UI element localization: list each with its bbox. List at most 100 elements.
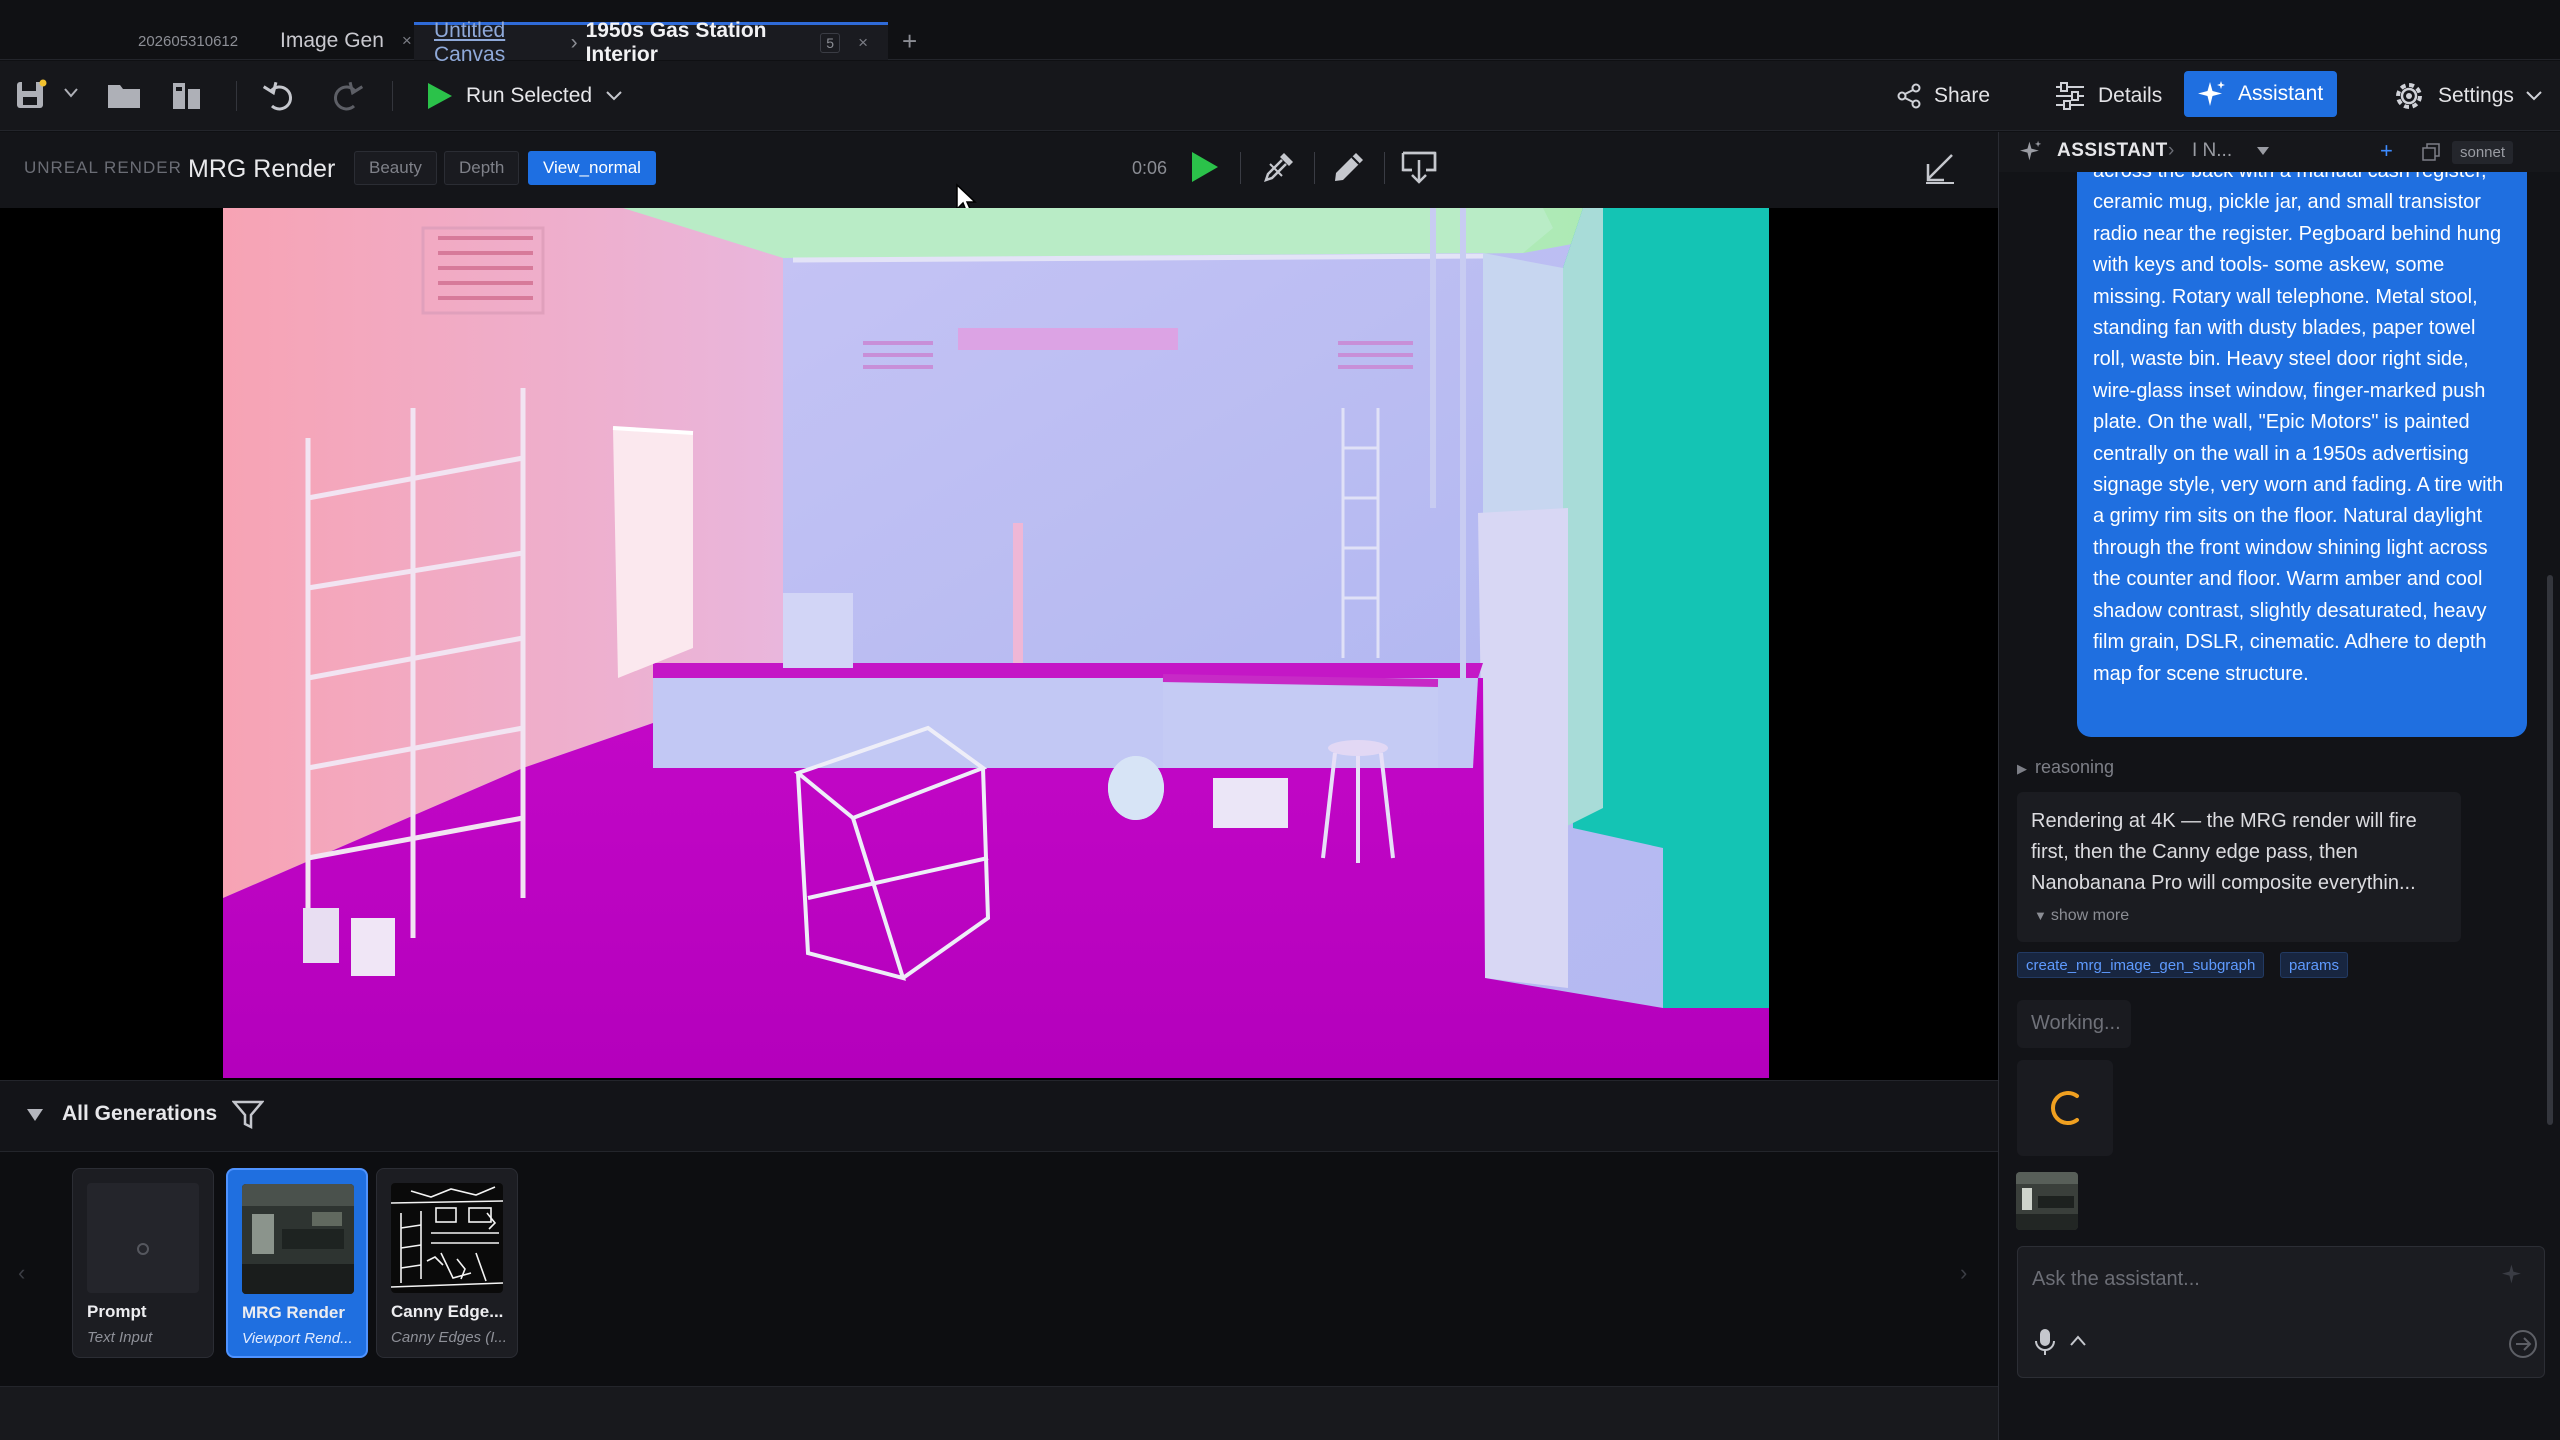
assistant-input-box: [2017, 1246, 2545, 1378]
pass-depth-button[interactable]: Depth: [444, 151, 520, 185]
copy-icon[interactable]: [2422, 143, 2440, 161]
generation-type: Viewport Rend...: [242, 1330, 353, 1347]
toolbar-divider: [236, 81, 237, 111]
generation-type: Canny Edges (I...: [391, 1329, 507, 1346]
details-label: Details: [2098, 84, 2163, 107]
close-icon[interactable]: ×: [858, 33, 868, 53]
details-button[interactable]: Details: [2040, 73, 2176, 119]
render-timer: 0:06: [1132, 158, 1168, 178]
pass-view-normal-button[interactable]: View_normal: [528, 151, 656, 185]
generation-name: Prompt: [87, 1302, 147, 1321]
sparkle-icon: [2198, 81, 2225, 106]
generation-card-mrg-render[interactable]: MRG Render Viewport Rend...: [226, 1168, 368, 1358]
generation-type: Text Input: [87, 1329, 153, 1346]
breadcrumb-canvas-link[interactable]: Untitled Canvas: [434, 19, 563, 67]
model-badge: sonnet: [2452, 141, 2514, 164]
gear-icon: [2396, 83, 2422, 109]
toolbar-divider: [392, 81, 393, 111]
render-divider: [1384, 152, 1385, 184]
pencil-icon[interactable]: [1332, 150, 1368, 186]
user-message-text: across the back with a manual cash regis…: [2093, 172, 2504, 685]
share-icon: [1897, 83, 1921, 109]
breadcrumb-separator: ›: [570, 30, 578, 54]
spinner-icon: [2051, 1091, 2079, 1125]
tab-canvas-title: 1950s Gas Station Interior: [585, 18, 767, 66]
sparkle-icon: [2020, 140, 2042, 162]
tab-image-gen[interactable]: Image Gen ×: [258, 22, 435, 60]
render-title: MRG Render: [188, 155, 336, 183]
run-selected-label: Run Selected: [466, 84, 593, 107]
chevron-left-icon[interactable]: ‹: [18, 1260, 25, 1286]
chevron-down-icon[interactable]: [64, 88, 78, 98]
loading-card: [2017, 1060, 2113, 1156]
attached-image-thumbnail[interactable]: [2016, 1172, 2078, 1230]
generation-card-prompt[interactable]: Prompt Text Input: [72, 1168, 214, 1358]
download-icon[interactable]: [1400, 150, 1437, 186]
chevron-down-icon[interactable]: [606, 91, 622, 101]
assistant-label: Assistant: [2238, 82, 2324, 105]
chevron-right-icon: ›: [2168, 140, 2175, 161]
assistant-input[interactable]: [2032, 1259, 2472, 1299]
chevron-up-icon[interactable]: [2070, 1335, 2086, 1347]
save-icon[interactable]: [14, 78, 48, 112]
normal-map-render-image: [223, 208, 1769, 1078]
render-divider: [1240, 152, 1241, 184]
generations-title: All Generations: [62, 1102, 218, 1125]
undo-icon[interactable]: [262, 79, 298, 113]
redo-icon[interactable]: [328, 79, 364, 113]
triangle-right-icon: ▶: [2017, 761, 2027, 776]
tab-canvas[interactable]: Untitled Canvas › 1950s Gas Station Inte…: [414, 19, 888, 66]
assistant-reply-text: Rendering at 4K — the MRG render will fi…: [2031, 810, 2417, 894]
eyedropper-icon[interactable]: [1262, 150, 1298, 186]
play-render-button[interactable]: [1188, 150, 1224, 186]
assistant-scrollbar[interactable]: [2547, 575, 2553, 1125]
new-chat-button[interactable]: +: [2380, 138, 2393, 164]
generation-card-canny-edge[interactable]: Canny Edge... Canny Edges (I...: [376, 1168, 518, 1358]
tab-date-label: 202605310612: [138, 32, 239, 50]
assistant-title: ASSISTANT: [2057, 140, 2168, 161]
filter-icon[interactable]: [232, 1100, 264, 1130]
generation-name: MRG Render: [242, 1303, 345, 1322]
play-icon: [428, 83, 452, 109]
render-divider: [1314, 152, 1315, 184]
settings-button[interactable]: Settings: [2378, 73, 2556, 119]
settings-label: Settings: [2438, 84, 2514, 107]
folder-icon[interactable]: [106, 80, 142, 110]
close-icon[interactable]: ×: [402, 31, 412, 51]
expand-icon[interactable]: [1922, 150, 1958, 186]
collapse-triangle-icon[interactable]: [26, 1108, 44, 1122]
sliders-icon: [2056, 82, 2084, 110]
sparkle-icon[interactable]: [2502, 1263, 2524, 1285]
generation-name: Canny Edge...: [391, 1302, 504, 1321]
microphone-icon[interactable]: [2034, 1327, 2056, 1357]
show-more-label: show more: [2050, 907, 2130, 924]
prompt-thumbnail: [87, 1183, 199, 1293]
render-source-label: UNREAL RENDER: [24, 158, 182, 177]
status-bar: [0, 1386, 1998, 1440]
reasoning-toggle[interactable]: ▶ reasoning: [2017, 757, 2114, 778]
triangle-down-icon: ▼: [2034, 908, 2047, 923]
working-status: Working...: [2017, 1000, 2131, 1048]
chevron-down-icon[interactable]: [2256, 146, 2270, 156]
assistant-model-select[interactable]: I N...: [2192, 140, 2232, 162]
add-tab-button[interactable]: +: [902, 26, 917, 57]
generations-header: [0, 1080, 1998, 1152]
tool-chip-params[interactable]: params: [2280, 952, 2349, 978]
mrg-render-thumbnail: [242, 1184, 354, 1294]
pass-beauty-button[interactable]: Beauty: [354, 151, 437, 185]
share-label: Share: [1934, 84, 1991, 107]
send-icon[interactable]: [2508, 1329, 2538, 1359]
reasoning-label: reasoning: [2035, 757, 2115, 777]
show-more-toggle[interactable]: ▼ show more: [2034, 907, 2129, 925]
tab-count-badge: 5: [820, 32, 841, 53]
library-icon[interactable]: [170, 79, 204, 111]
chevron-down-icon: [2526, 91, 2542, 101]
chevron-right-icon[interactable]: ›: [1960, 1260, 1967, 1286]
share-button[interactable]: Share: [1882, 73, 2004, 119]
assistant-button[interactable]: Assistant: [2184, 71, 2338, 117]
tool-chip-subgraph[interactable]: create_mrg_image_gen_subgraph: [2017, 952, 2265, 978]
run-selected-button[interactable]: Run Selected: [424, 77, 622, 115]
user-message-bubble: across the back with a manual cash regis…: [2077, 172, 2527, 737]
canny-edge-thumbnail: [391, 1183, 503, 1293]
tab-image-gen-label: Image Gen: [280, 29, 384, 52]
